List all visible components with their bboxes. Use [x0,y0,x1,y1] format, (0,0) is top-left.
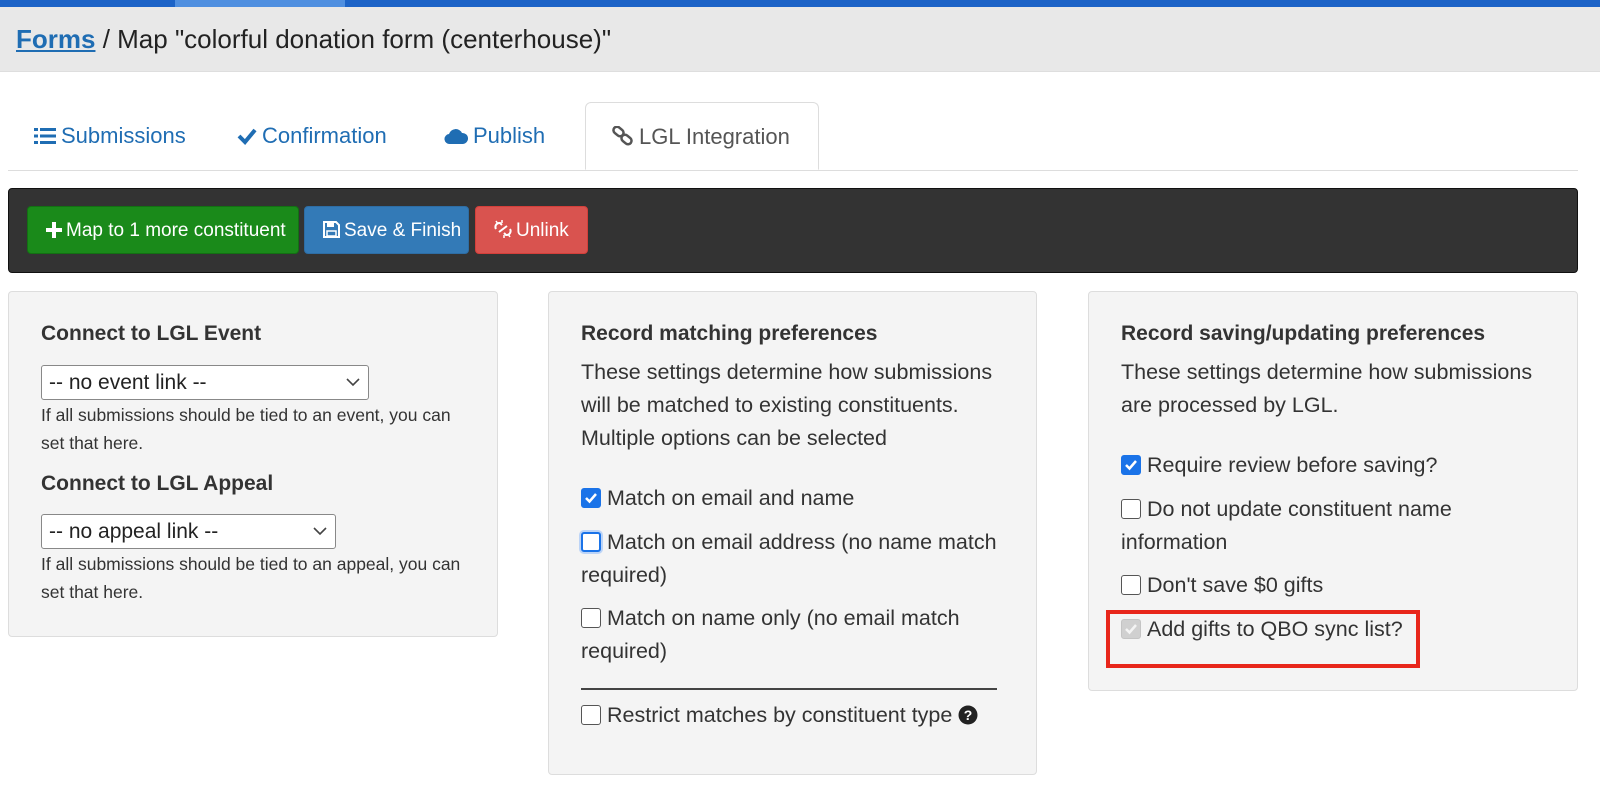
tab-lgl-integration[interactable]: LGL Integration [585,102,819,170]
match-email-name-checkbox[interactable] [581,488,601,508]
check-icon [237,128,257,145]
restrict-type-row: Restrict matches by constituent type ? [607,699,978,732]
page-header: Forms / Map "colorful donation form (cen… [0,7,1600,72]
page-title: / Map "colorful donation form (centerhou… [95,24,612,54]
action-toolbar: Map to 1 more constituent Save & Finish … [8,188,1578,273]
restrict-type-label: Restrict matches by constituent type [607,703,953,727]
svg-text:?: ? [964,707,973,723]
tab-publish-label: Publish [473,123,546,148]
top-accent-bar [0,0,1600,7]
restrict-type-checkbox[interactable] [581,705,601,725]
checkmark-icon [1125,460,1137,471]
top-accent-tab [175,0,345,7]
no-zero-gifts-label: Don't save $0 gifts [1147,573,1324,597]
link-icon [612,125,633,146]
tab-lgl-integration-label: LGL Integration [639,124,790,149]
question-circle-icon[interactable]: ? [958,705,978,725]
no-update-name-label: Do not update constituent name informati… [1121,497,1452,554]
event-select[interactable]: -- no event link -- [41,365,369,400]
save-icon [323,221,340,238]
save-finish-button[interactable]: Save & Finish [304,206,469,254]
tab-confirmation-label: Confirmation [262,123,387,148]
tab-publish[interactable]: Publish [444,102,545,169]
appeal-select[interactable]: -- no appeal link -- [41,514,336,549]
match-name-only-label: Match on name only (no email match requi… [581,606,960,663]
chevron-down-icon [313,527,327,536]
tab-confirmation[interactable]: Confirmation [237,102,387,169]
breadcrumb-forms-link[interactable]: Forms [16,24,95,54]
tab-submissions-label: Submissions [61,123,186,148]
breadcrumb: Forms / Map "colorful donation form (cen… [16,24,611,55]
appeal-heading: Connect to LGL Appeal [41,472,274,495]
list-icon [34,128,56,144]
plus-icon [46,222,62,238]
checkmark-icon [585,493,597,504]
require-review-label: Require review before saving? [1147,453,1438,477]
appeal-help: If all submissions should be tied to an … [41,554,461,602]
unlink-icon [494,220,512,238]
cloud-icon [444,129,469,145]
matching-heading: Record matching preferences [581,322,878,345]
save-finish-label: Save & Finish [344,220,462,241]
event-appeal-panel: Connect to LGL Event -- no event link --… [8,291,498,637]
saving-description: These settings determine how submissions… [1121,360,1533,417]
map-constituent-button[interactable]: Map to 1 more constituent [27,206,299,254]
event-select-value: -- no event link -- [49,371,207,394]
matching-panel: Record matching preferences These settin… [548,291,1037,775]
tab-bar: Submissions Confirmation Publish LGL Int… [8,102,1578,171]
saving-heading: Record saving/updating preferences [1121,322,1486,345]
event-heading: Connect to LGL Event [41,322,262,345]
event-help: If all submissions should be tied to an … [41,405,451,453]
match-email-name-label: Match on email and name [607,486,855,510]
no-zero-gifts-checkbox[interactable] [1121,575,1141,595]
chevron-down-icon [346,378,360,387]
appeal-select-value: -- no appeal link -- [49,520,219,543]
matching-description: These settings determine how submissions… [581,360,993,450]
highlight-box [1106,610,1420,668]
require-review-checkbox[interactable] [1121,455,1141,475]
unlink-button[interactable]: Unlink [475,206,588,254]
tab-submissions[interactable]: Submissions [34,102,186,169]
unlink-label: Unlink [516,220,569,241]
match-email-only-label: Match on email address (no name match re… [581,530,997,587]
divider [581,688,997,690]
map-constituent-label: Map to 1 more constituent [66,220,286,241]
